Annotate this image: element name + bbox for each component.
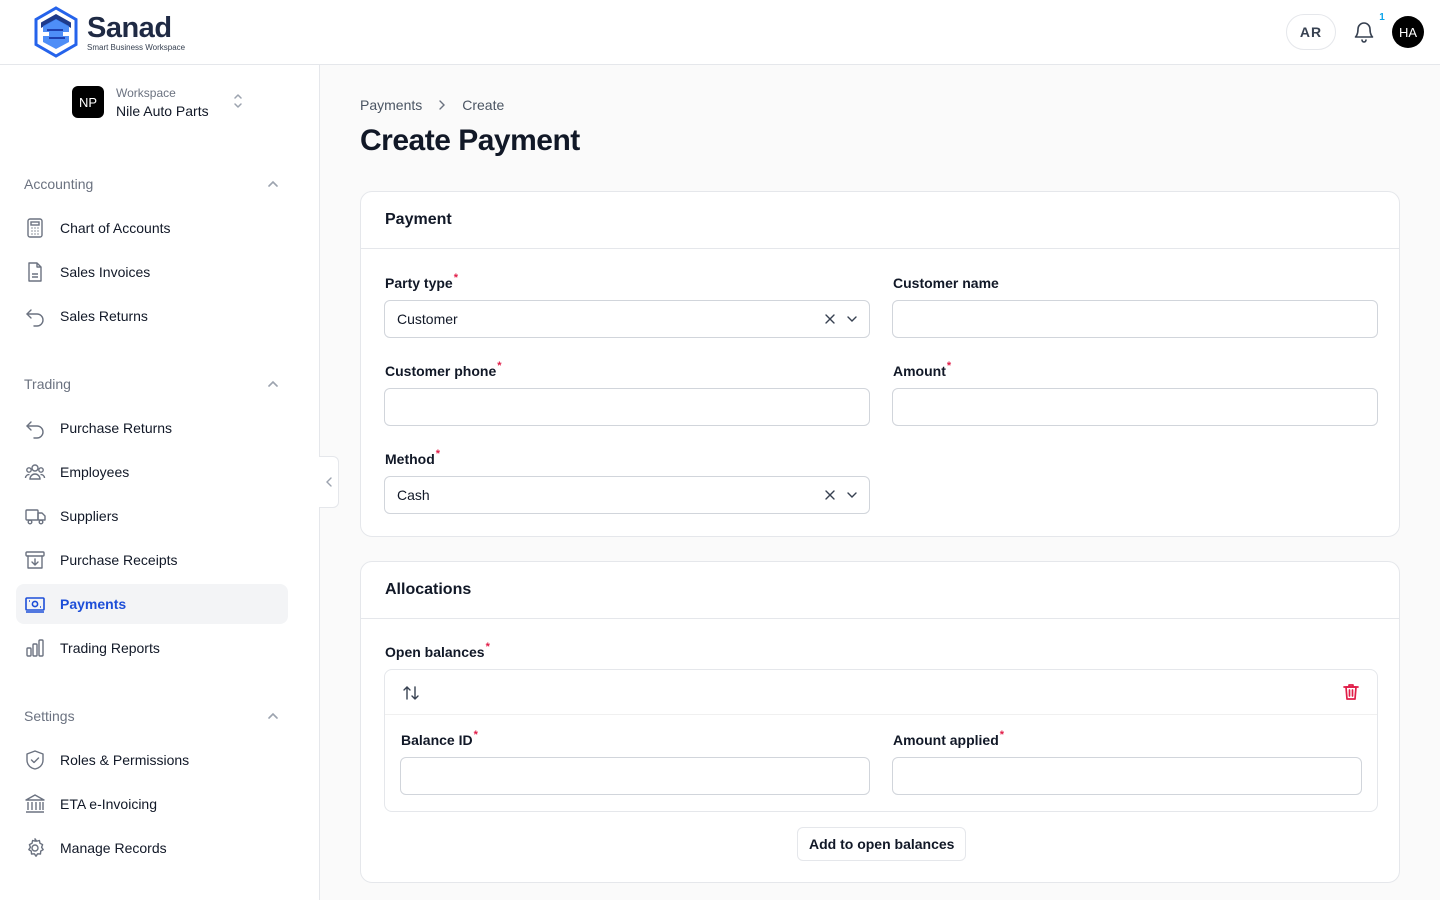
chevron-right-icon (439, 100, 446, 110)
nav-label: Trading Reports (60, 640, 160, 656)
amount-applied-input[interactable] (892, 757, 1362, 795)
shield-check-icon (26, 750, 44, 770)
bar-chart-icon (26, 639, 44, 657)
chevron-left-icon (325, 477, 332, 487)
section-label: Settings (24, 708, 75, 724)
chevron-up-icon (268, 712, 278, 719)
add-to-open-balances-button[interactable]: Add to open balances (797, 827, 967, 861)
chevron-up-icon (268, 380, 278, 387)
nav-label: Purchase Receipts (60, 552, 178, 568)
section-settings[interactable]: Settings (24, 706, 280, 726)
bank-building-icon (25, 794, 45, 813)
workspace-badge: NP (72, 86, 104, 118)
sanad-logo-icon (34, 6, 78, 58)
sidebar-item-purchase-returns[interactable]: Purchase Returns (16, 408, 288, 448)
gear-icon (28, 838, 44, 857)
nav-label: Chart of Accounts (60, 220, 171, 236)
balance-id-input[interactable] (400, 757, 870, 795)
brand-name: Sanad (87, 11, 172, 44)
sidebar-item-eta-e-invoicing[interactable]: ETA e-Invoicing (16, 784, 288, 824)
sidebar: NP Workspace Nile Auto Parts Accounting … (0, 65, 320, 900)
card-title: Payment (385, 211, 452, 228)
users-icon (24, 464, 46, 480)
nav-label: Roles & Permissions (60, 752, 190, 768)
workspace-switcher[interactable]: NP Workspace Nile Auto Parts (72, 85, 252, 119)
sidebar-item-sales-returns[interactable]: Sales Returns (16, 296, 288, 336)
notification-count-badge: 1 (1374, 9, 1390, 25)
page-title: Create Payment (360, 124, 580, 157)
sidebar-item-purchase-receipts[interactable]: Purchase Receipts (16, 540, 288, 580)
section-label: Accounting (24, 176, 94, 192)
nav-label: Payments (60, 596, 127, 612)
party-type-select[interactable]: Customer (384, 300, 870, 338)
open-balance-row: Balance ID* Amount applied* (384, 669, 1378, 812)
customer-name-input[interactable] (892, 300, 1378, 338)
allocations-card: Allocations Open balances* Balance ID* A… (360, 561, 1400, 883)
chevron-down-icon (847, 316, 857, 322)
amount-input[interactable] (892, 388, 1378, 426)
party-type-value: Customer (397, 311, 458, 327)
nav-label: Employees (60, 464, 130, 480)
open-balances-label: Open balances* (385, 641, 490, 660)
breadcrumb-current: Create (462, 97, 505, 113)
method-label: Method* (385, 448, 441, 467)
return-arrow-icon (26, 421, 44, 439)
amount-label: Amount* (893, 360, 952, 379)
amount-applied-label: Amount applied* (893, 729, 1005, 748)
bell-icon[interactable] (1352, 20, 1376, 44)
customer-phone-input[interactable] (384, 388, 870, 426)
nav-label: Sales Invoices (60, 264, 151, 280)
nav-label: Manage Records (60, 840, 167, 856)
sidebar-item-roles-permissions[interactable]: Roles & Permissions (16, 740, 288, 780)
archive-download-icon (25, 551, 45, 569)
method-value: Cash (397, 487, 430, 503)
banknote-icon (25, 597, 45, 613)
customer-name-label: Customer name (893, 275, 999, 291)
sidebar-item-chart-of-accounts[interactable]: Chart of Accounts (16, 208, 288, 248)
clear-x-icon[interactable] (823, 312, 837, 326)
balance-id-label: Balance ID* (401, 729, 478, 748)
chevron-up-down-icon (234, 94, 242, 108)
language-toggle-button[interactable]: AR (1286, 14, 1336, 50)
reorder-arrows-icon[interactable] (401, 683, 421, 703)
nav-label: ETA e-Invoicing (60, 796, 158, 812)
chevron-up-icon (268, 180, 278, 187)
top-bar: Sanad Smart Business Workspace AR 1 HA (0, 0, 1440, 65)
breadcrumb: Payments Create (360, 97, 504, 113)
customer-phone-label: Customer phone* (385, 360, 502, 379)
breadcrumb-parent-link[interactable]: Payments (360, 97, 422, 113)
trash-icon[interactable] (1341, 682, 1361, 702)
nav-label: Purchase Returns (60, 420, 173, 436)
method-select[interactable]: Cash (384, 476, 870, 514)
sidebar-item-suppliers[interactable]: Suppliers (16, 496, 288, 536)
sidebar-collapse-button[interactable] (319, 456, 339, 508)
brand-logo[interactable]: Sanad Smart Business Workspace (33, 6, 185, 58)
workspace-label: Workspace (116, 85, 176, 100)
truck-icon (25, 509, 46, 525)
chevron-down-icon (847, 492, 857, 498)
card-title: Allocations (385, 581, 472, 598)
clear-x-icon[interactable] (823, 488, 837, 502)
calculator-icon (27, 218, 43, 238)
workspace-name: Nile Auto Parts (116, 102, 209, 119)
party-type-label: Party type* (385, 272, 458, 291)
section-accounting[interactable]: Accounting (24, 174, 280, 194)
section-trading[interactable]: Trading (24, 374, 280, 394)
brand-tagline: Smart Business Workspace (87, 42, 186, 52)
section-label: Trading (24, 376, 71, 392)
sidebar-item-trading-reports[interactable]: Trading Reports (16, 628, 288, 668)
sidebar-item-manage-records[interactable]: Manage Records (16, 828, 288, 868)
sidebar-item-payments[interactable]: Payments (16, 584, 288, 624)
sidebar-item-sales-invoices[interactable]: Sales Invoices (16, 252, 288, 292)
nav-label: Suppliers (60, 508, 119, 524)
user-avatar[interactable]: HA (1392, 16, 1424, 48)
sidebar-item-employees[interactable]: Employees (16, 452, 288, 492)
nav-label: Sales Returns (60, 308, 148, 324)
document-icon (28, 262, 42, 282)
payment-card: Payment Party type* Customer Customer na… (360, 191, 1400, 537)
return-arrow-icon (26, 309, 44, 327)
